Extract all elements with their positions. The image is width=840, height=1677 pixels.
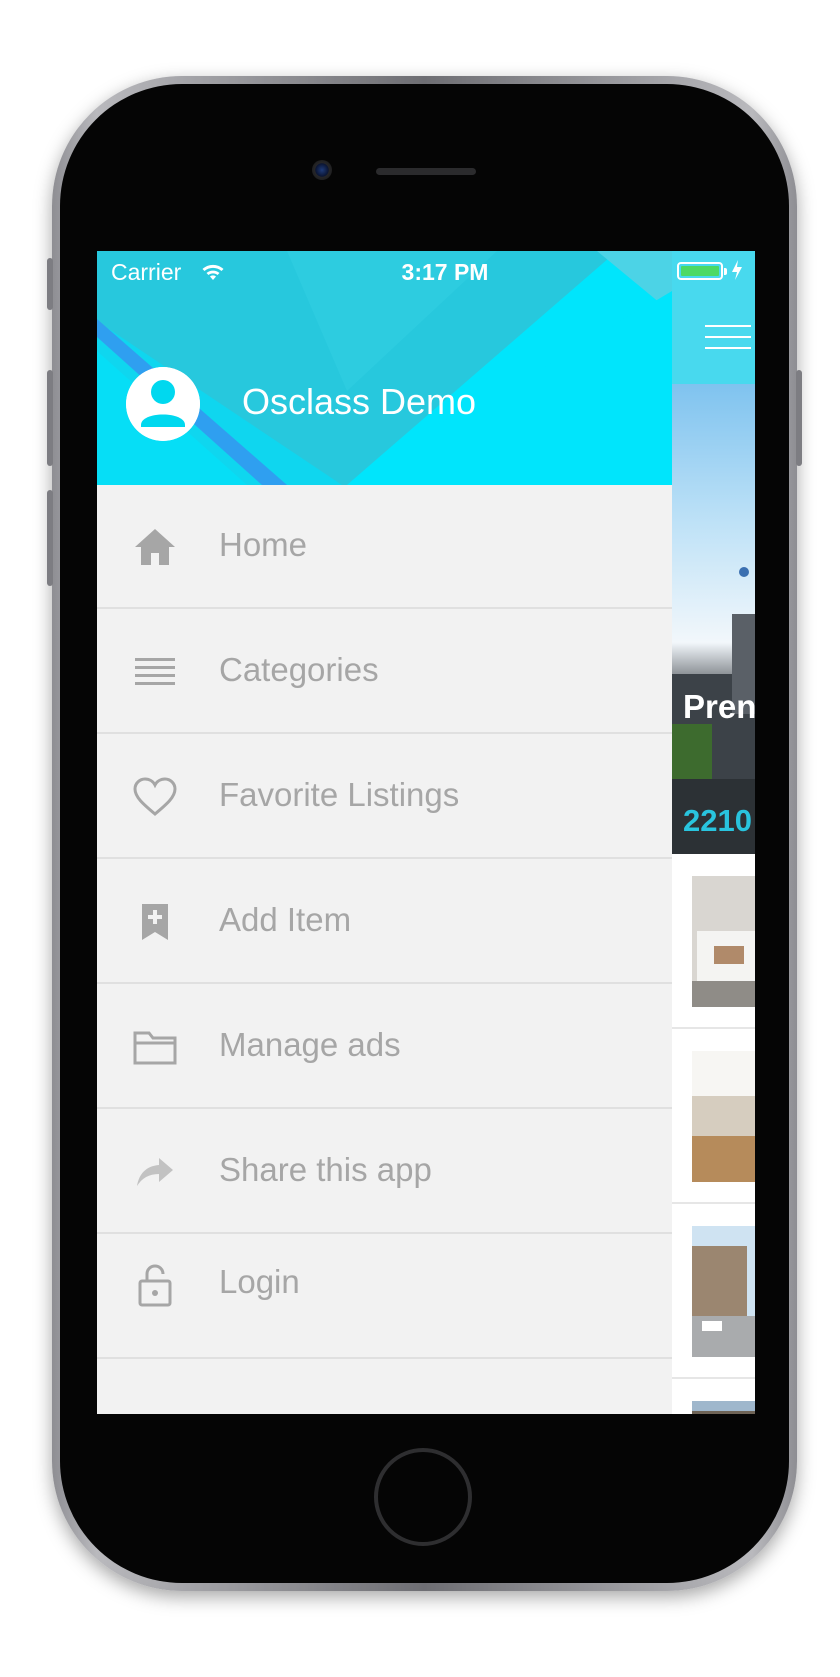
featured-photo [672, 567, 755, 854]
wifi-icon [201, 261, 225, 288]
listing-thumbnail [692, 1226, 755, 1357]
list-item[interactable] [672, 1204, 755, 1379]
list-item[interactable] [672, 854, 755, 1029]
lock-open-icon [133, 1263, 177, 1307]
featured-title: Pren [683, 688, 755, 725]
main-content: Pren 2210 [672, 251, 755, 1419]
menu-item-login[interactable]: Login [97, 1235, 672, 1359]
status-bar: Carrier 3:17 PM [97, 251, 755, 291]
featured-price: 2210 [683, 803, 752, 838]
carrier-label: Carrier [111, 259, 182, 285]
screen: Pren 2210 Osclass Demo Home Categories F… [97, 251, 755, 1419]
avatar[interactable] [126, 367, 200, 441]
menu-label: Favorite Listings [219, 776, 460, 813]
volume-down-button [47, 490, 53, 586]
menu-item-share[interactable]: Share this app [97, 1110, 672, 1234]
battery-icon [677, 262, 727, 280]
menu-item-categories[interactable]: Categories [97, 610, 672, 734]
user-avatar-icon [126, 367, 200, 441]
power-button [796, 370, 802, 466]
menu-label: Home [219, 526, 308, 563]
bookmark-add-icon [133, 900, 177, 944]
listing-thumbnail [692, 876, 755, 1007]
heart-icon [133, 775, 177, 819]
app-title: Osclass Demo [242, 381, 477, 422]
menu-label: Share this app [219, 1151, 432, 1188]
list-item[interactable] [672, 1029, 755, 1204]
listing-thumbnail [692, 1051, 755, 1182]
menu-label: Categories [219, 651, 379, 688]
menu-label: Add Item [219, 901, 352, 938]
volume-up-button [47, 370, 53, 466]
menu-item-add-item[interactable]: Add Item [97, 860, 672, 984]
folder-icon [133, 1025, 177, 1069]
home-icon [133, 525, 177, 569]
menu-item-home[interactable]: Home [97, 485, 672, 609]
status-time: 3:17 PM [401, 259, 489, 285]
charging-bolt-icon [731, 259, 743, 287]
featured-listing[interactable] [672, 384, 755, 854]
home-button[interactable] [374, 1448, 472, 1546]
list-icon [133, 650, 177, 694]
list-item[interactable] [672, 1379, 755, 1419]
share-icon [133, 1150, 177, 1194]
earpiece-speaker [376, 168, 476, 175]
menu-label: Login [219, 1263, 300, 1300]
navigation-drawer: Osclass Demo Home Categories Favorite Li… [97, 251, 672, 1419]
hamburger-menu-icon[interactable] [705, 325, 751, 358]
menu-item-manage-ads[interactable]: Manage ads [97, 985, 672, 1109]
screen-edge [97, 1414, 755, 1419]
menu-label: Manage ads [219, 1026, 401, 1063]
menu-item-favorites[interactable]: Favorite Listings [97, 735, 672, 859]
front-camera [312, 160, 332, 180]
mute-switch [47, 258, 53, 310]
